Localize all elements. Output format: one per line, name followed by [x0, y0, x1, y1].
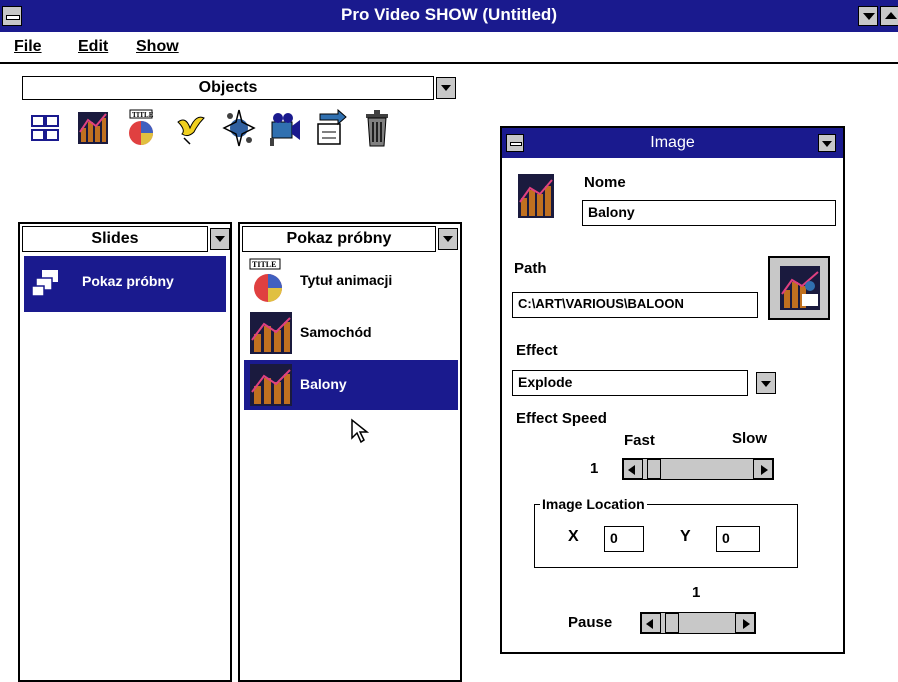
speed-slow-label: Slow	[732, 430, 768, 447]
sparkle-effect-icon[interactable]	[222, 108, 256, 148]
list-item[interactable]: Balony	[244, 360, 458, 410]
minimize-button[interactable]	[858, 6, 878, 26]
browse-image-button[interactable]	[768, 256, 830, 320]
slides-dropdown-button[interactable]	[210, 228, 230, 250]
slides-tool-icon[interactable]	[28, 108, 62, 148]
menu-show[interactable]: Show	[136, 38, 179, 56]
image-icon	[250, 364, 292, 406]
maximize-button[interactable]	[880, 6, 898, 26]
slide-label: Pokaz próbny	[82, 273, 174, 289]
name-field[interactable]: Balony	[582, 200, 836, 226]
window-title: Pro Video SHOW (Untitled)	[341, 5, 557, 24]
film-camera-icon[interactable]	[268, 108, 302, 148]
list-item-label: Tytuł animacji	[300, 272, 393, 288]
effect-label: Effect	[516, 342, 558, 359]
image-dialog: Image Nome Balony Path C:\ART\VARIOUS\BA…	[500, 126, 845, 654]
speed-left-arrow[interactable]	[623, 459, 643, 479]
bird-animation-icon[interactable]	[174, 108, 208, 148]
title-chart-icon: TITLE	[249, 258, 282, 302]
image-tool-icon[interactable]	[76, 108, 110, 148]
slides-icon	[31, 270, 58, 297]
menu-file[interactable]: File	[14, 38, 42, 56]
dialog-dropdown-button[interactable]	[818, 134, 836, 152]
y-label: Y	[680, 528, 691, 545]
x-label: X	[568, 528, 579, 545]
list-item[interactable]: TITLE Tytuł animacji	[244, 256, 458, 306]
effect-dropdown-button[interactable]	[756, 372, 776, 394]
pause-value: 1	[692, 584, 701, 601]
path-label: Path	[514, 260, 547, 277]
list-item-label: Samochód	[300, 324, 372, 340]
image-icon	[518, 174, 554, 218]
path-field[interactable]: C:\ART\VARIOUS\BALOON	[512, 292, 758, 318]
pause-scrollbar[interactable]	[640, 612, 756, 634]
objects-panel: Objects TITLE	[22, 76, 458, 176]
slide-list-item[interactable]: Pokaz próbny	[24, 256, 226, 312]
image-location-label: Image Location	[540, 496, 647, 512]
menu-bar: File Edit Show	[0, 32, 898, 64]
show-dropdown-button[interactable]	[438, 228, 458, 250]
slides-panel: Slides Pokaz próbny	[18, 222, 232, 682]
speed-right-arrow[interactable]	[753, 459, 773, 479]
x-field[interactable]: 0	[604, 526, 644, 552]
image-icon	[250, 312, 292, 354]
show-panel: Pokaz próbny TITLE Tytuł animacji Samoch…	[238, 222, 462, 682]
pause-left-arrow[interactable]	[641, 613, 661, 633]
menu-edit[interactable]: Edit	[78, 38, 108, 56]
mouse-pointer-icon	[351, 418, 370, 444]
image-dialog-title: Image	[650, 134, 695, 151]
objects-title: Objects	[22, 76, 434, 100]
pause-scroll-thumb[interactable]	[665, 613, 679, 633]
image-browse-icon	[780, 266, 820, 310]
show-title: Pokaz próbny	[242, 226, 436, 252]
speed-value: 1	[590, 460, 599, 477]
speed-scrollbar[interactable]	[622, 458, 774, 480]
speed-scroll-thumb[interactable]	[647, 459, 661, 479]
effect-speed-label: Effect Speed	[516, 410, 607, 427]
title-bar: Pro Video SHOW (Untitled)	[0, 0, 898, 32]
pause-right-arrow[interactable]	[735, 613, 755, 633]
trash-can-icon[interactable]	[360, 108, 394, 148]
svg-text:TITLE: TITLE	[252, 260, 276, 269]
y-field[interactable]: 0	[716, 526, 760, 552]
pause-label: Pause	[568, 614, 613, 631]
title-tool-icon[interactable]: TITLE	[124, 108, 158, 148]
transfer-icon[interactable]	[314, 108, 348, 148]
svg-text:TITLE: TITLE	[132, 111, 154, 119]
name-label: Nome	[584, 174, 626, 191]
slides-title: Slides	[22, 226, 208, 252]
objects-dropdown-button[interactable]	[436, 77, 456, 99]
image-dialog-title-bar: Image	[502, 128, 843, 158]
list-item[interactable]: Samochód	[244, 308, 458, 358]
effect-select[interactable]: Explode	[512, 370, 748, 396]
speed-fast-label: Fast	[624, 432, 655, 449]
list-item-label: Balony	[300, 376, 347, 392]
